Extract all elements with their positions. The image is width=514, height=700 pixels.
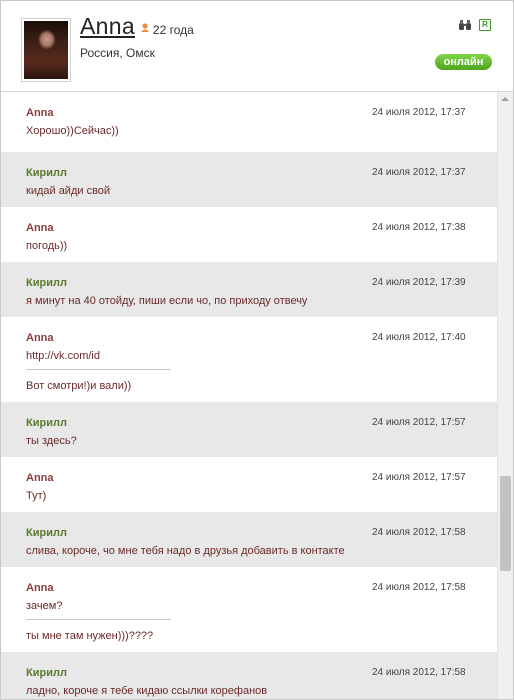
- message-text: ладно, короче я тебе кидаю ссылки корефа…: [26, 685, 268, 697]
- message-text: Вот смотри!)и вали)): [26, 380, 132, 392]
- message-item: Кирилл 24 июля 2012, 17:57 ты здесь?: [1, 402, 497, 457]
- message-text: Тут): [26, 490, 47, 502]
- message-time: 24 июля 2012, 17:37: [372, 107, 466, 118]
- profile-header: Anna 22 года Россия, Омск R онлайн: [1, 1, 513, 92]
- profile-name-link[interactable]: Anna: [80, 13, 135, 40]
- message-author[interactable]: Кирилл: [26, 667, 67, 679]
- profile-age: 22 года: [152, 23, 194, 37]
- message-time: 24 июля 2012, 17:57: [372, 417, 466, 428]
- message-author[interactable]: Кирилл: [26, 527, 67, 539]
- message-item: Кирилл 24 июля 2012, 17:58 ладно, короче я…: [1, 652, 497, 699]
- message-time: 24 июля 2012, 17:39: [372, 277, 466, 288]
- message-author[interactable]: Anna: [26, 472, 54, 484]
- message-author[interactable]: Кирилл: [26, 167, 67, 179]
- message-text: слива, короче, чо мне тебя надо в друзья…: [26, 545, 345, 557]
- name-row: Anna 22 года: [80, 13, 194, 40]
- message-item: Anna 24 июля 2012, 17:37 Хорошо))Сейчас)): [1, 92, 497, 152]
- online-status-badge: онлайн: [435, 54, 492, 70]
- message-item: Anna 24 июля 2012, 17:58 зачем? ты мне там …: [1, 567, 497, 652]
- message-item: Кирилл 24 июля 2012, 17:37 кидай айди свой: [1, 152, 497, 207]
- message-item: Anna 24 июля 2012, 17:57 Тут): [1, 457, 497, 512]
- scrollbar[interactable]: [497, 92, 513, 699]
- message-time: 24 июля 2012, 17:58: [372, 667, 466, 678]
- message-item: Кирилл 24 июля 2012, 17:58 слива, короче, …: [1, 512, 497, 567]
- avatar[interactable]: [21, 18, 71, 82]
- message-author[interactable]: Anna: [26, 332, 54, 344]
- message-divider: [26, 619, 171, 620]
- profile-location: Россия, Омск: [80, 46, 155, 60]
- message-author[interactable]: Anna: [26, 582, 54, 594]
- r-badge-icon[interactable]: R: [479, 19, 491, 31]
- binoculars-icon[interactable]: [458, 19, 472, 31]
- message-author[interactable]: Кирилл: [26, 417, 67, 429]
- chat-window: Anna 22 года Россия, Омск R онлайн Anna 2…: [0, 0, 514, 700]
- message-divider: [26, 369, 171, 370]
- message-time: 24 июля 2012, 17:37: [372, 167, 466, 178]
- message-text: Хорошо))Сейчас)): [26, 125, 119, 137]
- avatar-photo: [24, 21, 68, 79]
- message-item: Anna 24 июля 2012, 17:38 погодь)): [1, 207, 497, 262]
- message-text: ты мне там нужен)))????: [26, 630, 154, 642]
- scroll-up-arrow-icon[interactable]: [501, 97, 509, 101]
- female-icon: [140, 23, 149, 32]
- message-list[interactable]: Anna 24 июля 2012, 17:37 Хорошо))Сейчас)) К…: [1, 92, 497, 699]
- message-text: http://vk.com/id: [26, 350, 100, 362]
- message-time: 24 июля 2012, 17:58: [372, 527, 466, 538]
- message-author[interactable]: Кирилл: [26, 277, 67, 289]
- message-time: 24 июля 2012, 17:40: [372, 332, 466, 343]
- message-text: зачем?: [26, 600, 63, 612]
- message-text: я минут на 40 отойду, пиши если чо, по п…: [26, 295, 308, 307]
- message-author[interactable]: Anna: [26, 222, 54, 234]
- message-item: Anna 24 июля 2012, 17:40 http://vk.com/id В…: [1, 317, 497, 402]
- message-author[interactable]: Anna: [26, 107, 54, 119]
- message-text: кидай айди свой: [26, 185, 111, 197]
- message-text: погодь)): [26, 240, 68, 252]
- scroll-thumb[interactable]: [500, 476, 511, 571]
- message-text: ты здесь?: [26, 435, 77, 447]
- message-time: 24 июля 2012, 17:38: [372, 222, 466, 233]
- message-time: 24 июля 2012, 17:58: [372, 582, 466, 593]
- message-item: Кирилл 24 июля 2012, 17:39 я минут на 40 о…: [1, 262, 497, 317]
- message-time: 24 июля 2012, 17:57: [372, 472, 466, 483]
